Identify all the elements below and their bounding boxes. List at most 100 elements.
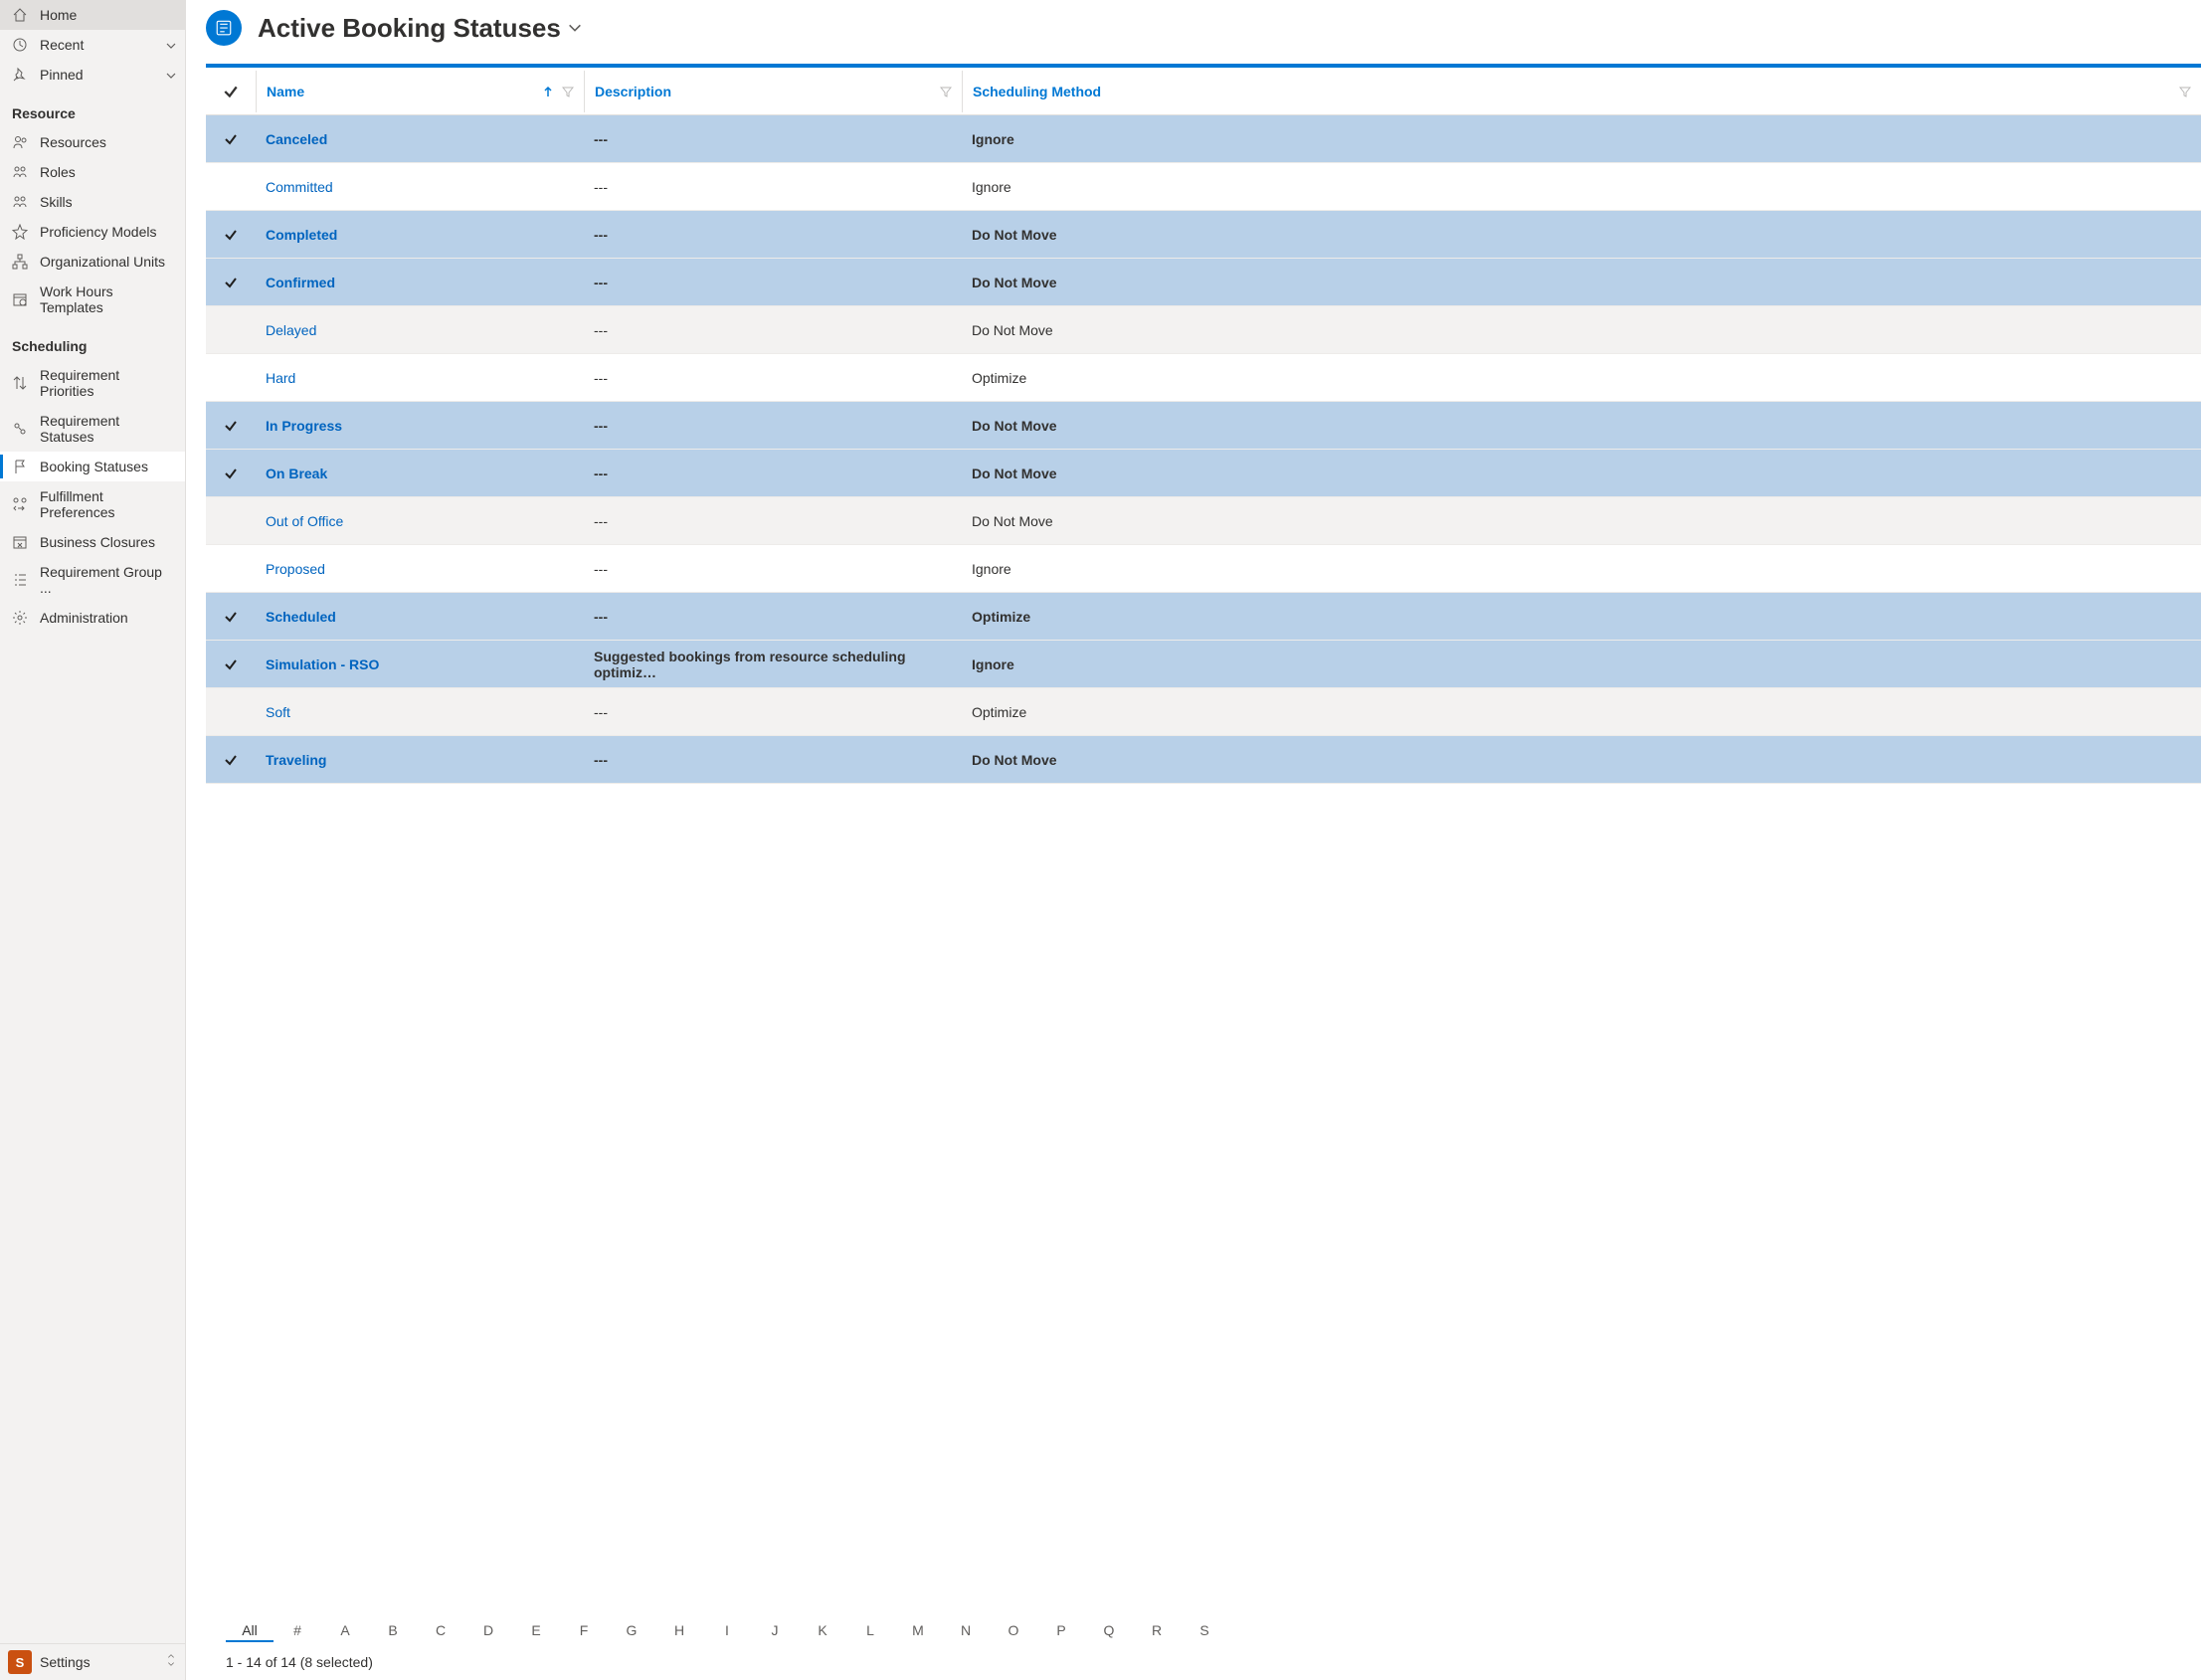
- list-group-icon: [12, 572, 28, 588]
- alpha-q[interactable]: Q: [1085, 1620, 1133, 1642]
- cell-name[interactable]: Canceled: [256, 131, 584, 147]
- alpha-d[interactable]: D: [464, 1620, 512, 1642]
- view-selector[interactable]: Active Booking Statuses: [258, 13, 583, 44]
- nav-scheduling-requirement-group-[interactable]: Requirement Group ...: [0, 557, 185, 603]
- nav-label: Business Closures: [40, 534, 155, 550]
- alpha-s[interactable]: S: [1181, 1620, 1228, 1642]
- alpha-p[interactable]: P: [1037, 1620, 1085, 1642]
- clock-icon: [12, 37, 28, 53]
- alpha-f[interactable]: F: [560, 1620, 608, 1642]
- nav-resource-proficiency-models[interactable]: Proficiency Models: [0, 217, 185, 247]
- nav-resource-skills[interactable]: Skills: [0, 187, 185, 217]
- alpha-n[interactable]: N: [942, 1620, 990, 1642]
- alpha-h[interactable]: H: [655, 1620, 703, 1642]
- cell-description: ---: [584, 752, 962, 768]
- nav-scheduling-booking-statuses[interactable]: Booking Statuses: [0, 452, 185, 481]
- alpha-m[interactable]: M: [894, 1620, 942, 1642]
- table-row[interactable]: On Break---Do Not Move: [206, 450, 2201, 497]
- grid-header: Name Description Scheduling Method: [206, 68, 2201, 115]
- row-check[interactable]: [206, 419, 256, 433]
- nav-scheduling-fulfillment-preferences[interactable]: Fulfillment Preferences: [0, 481, 185, 527]
- sort-icon: [12, 375, 28, 391]
- table-row[interactable]: Completed---Do Not Move: [206, 211, 2201, 259]
- nav-label: Requirement Group ...: [40, 564, 177, 596]
- cell-name[interactable]: Simulation - RSO: [256, 656, 584, 672]
- cell-name[interactable]: Scheduled: [256, 609, 584, 625]
- alpha-a[interactable]: A: [321, 1620, 369, 1642]
- cell-name[interactable]: Committed: [256, 179, 584, 195]
- grid-body[interactable]: Canceled---IgnoreCommitted---IgnoreCompl…: [206, 115, 2201, 784]
- cell-method: Do Not Move: [962, 275, 2201, 290]
- table-row[interactable]: Soft---Optimize: [206, 688, 2201, 736]
- row-check[interactable]: [206, 610, 256, 624]
- nav-label: Organizational Units: [40, 254, 165, 270]
- table-row[interactable]: Hard---Optimize: [206, 354, 2201, 402]
- column-header-select[interactable]: [206, 71, 256, 112]
- section-resource: Resource: [0, 90, 185, 127]
- cell-name[interactable]: Traveling: [256, 752, 584, 768]
- nav-home[interactable]: Home: [0, 0, 185, 30]
- cell-description: ---: [584, 609, 962, 625]
- alpha-#[interactable]: #: [274, 1620, 321, 1642]
- column-header-name[interactable]: Name: [256, 71, 584, 112]
- table-row[interactable]: Delayed---Do Not Move: [206, 306, 2201, 354]
- alpha-all[interactable]: All: [226, 1620, 274, 1642]
- nav-scheduling-requirement-statuses[interactable]: Requirement Statuses: [0, 406, 185, 452]
- app-badge: S: [8, 1650, 32, 1674]
- nav-resource-resources[interactable]: Resources: [0, 127, 185, 157]
- nav-recent[interactable]: Recent: [0, 30, 185, 60]
- sidebar-footer[interactable]: S Settings: [0, 1643, 185, 1680]
- nav-pinned[interactable]: Pinned: [0, 60, 185, 90]
- alpha-l[interactable]: L: [846, 1620, 894, 1642]
- alpha-k[interactable]: K: [799, 1620, 846, 1642]
- chevron-down-icon: [165, 69, 177, 81]
- cell-name[interactable]: Proposed: [256, 561, 584, 577]
- cell-description: ---: [584, 561, 962, 577]
- row-check[interactable]: [206, 753, 256, 767]
- table-row[interactable]: Proposed---Ignore: [206, 545, 2201, 593]
- alpha-e[interactable]: E: [512, 1620, 560, 1642]
- cell-name[interactable]: Hard: [256, 370, 584, 386]
- nav-resource-organizational-units[interactable]: Organizational Units: [0, 247, 185, 277]
- row-check[interactable]: [206, 657, 256, 671]
- alpha-r[interactable]: R: [1133, 1620, 1181, 1642]
- cell-method: Do Not Move: [962, 466, 2201, 481]
- alpha-i[interactable]: I: [703, 1620, 751, 1642]
- table-row[interactable]: Canceled---Ignore: [206, 115, 2201, 163]
- alpha-b[interactable]: B: [369, 1620, 417, 1642]
- col-desc-label: Description: [595, 84, 671, 99]
- alpha-c[interactable]: C: [417, 1620, 464, 1642]
- cell-name[interactable]: Soft: [256, 704, 584, 720]
- cell-name[interactable]: Delayed: [256, 322, 584, 338]
- alpha-o[interactable]: O: [990, 1620, 1037, 1642]
- table-row[interactable]: Simulation - RSOSuggested bookings from …: [206, 641, 2201, 688]
- table-row[interactable]: Traveling---Do Not Move: [206, 736, 2201, 784]
- table-row[interactable]: Confirmed---Do Not Move: [206, 259, 2201, 306]
- nav-resource-work-hours-templates[interactable]: Work Hours Templates: [0, 277, 185, 322]
- cell-name[interactable]: In Progress: [256, 418, 584, 434]
- nav-resource-roles[interactable]: Roles: [0, 157, 185, 187]
- table-row[interactable]: Scheduled---Optimize: [206, 593, 2201, 641]
- row-check[interactable]: [206, 467, 256, 480]
- cell-name[interactable]: Out of Office: [256, 513, 584, 529]
- cell-name[interactable]: On Break: [256, 466, 584, 481]
- nav-scheduling-business-closures[interactable]: Business Closures: [0, 527, 185, 557]
- alpha-g[interactable]: G: [608, 1620, 655, 1642]
- sidebar-scroll: HomeRecentPinned Resource ResourcesRoles…: [0, 0, 185, 1643]
- nav-label: Proficiency Models: [40, 224, 157, 240]
- table-row[interactable]: Out of Office---Do Not Move: [206, 497, 2201, 545]
- row-check[interactable]: [206, 276, 256, 289]
- nav-scheduling-administration[interactable]: Administration: [0, 603, 185, 633]
- cell-description: ---: [584, 466, 962, 481]
- alpha-j[interactable]: J: [751, 1620, 799, 1642]
- nav-scheduling-requirement-priorities[interactable]: Requirement Priorities: [0, 360, 185, 406]
- sort-asc-icon: [542, 86, 554, 97]
- cell-name[interactable]: Confirmed: [256, 275, 584, 290]
- cell-name[interactable]: Completed: [256, 227, 584, 243]
- column-header-method[interactable]: Scheduling Method: [962, 71, 2201, 112]
- row-check[interactable]: [206, 228, 256, 242]
- column-header-description[interactable]: Description: [584, 71, 962, 112]
- row-check[interactable]: [206, 132, 256, 146]
- table-row[interactable]: In Progress---Do Not Move: [206, 402, 2201, 450]
- table-row[interactable]: Committed---Ignore: [206, 163, 2201, 211]
